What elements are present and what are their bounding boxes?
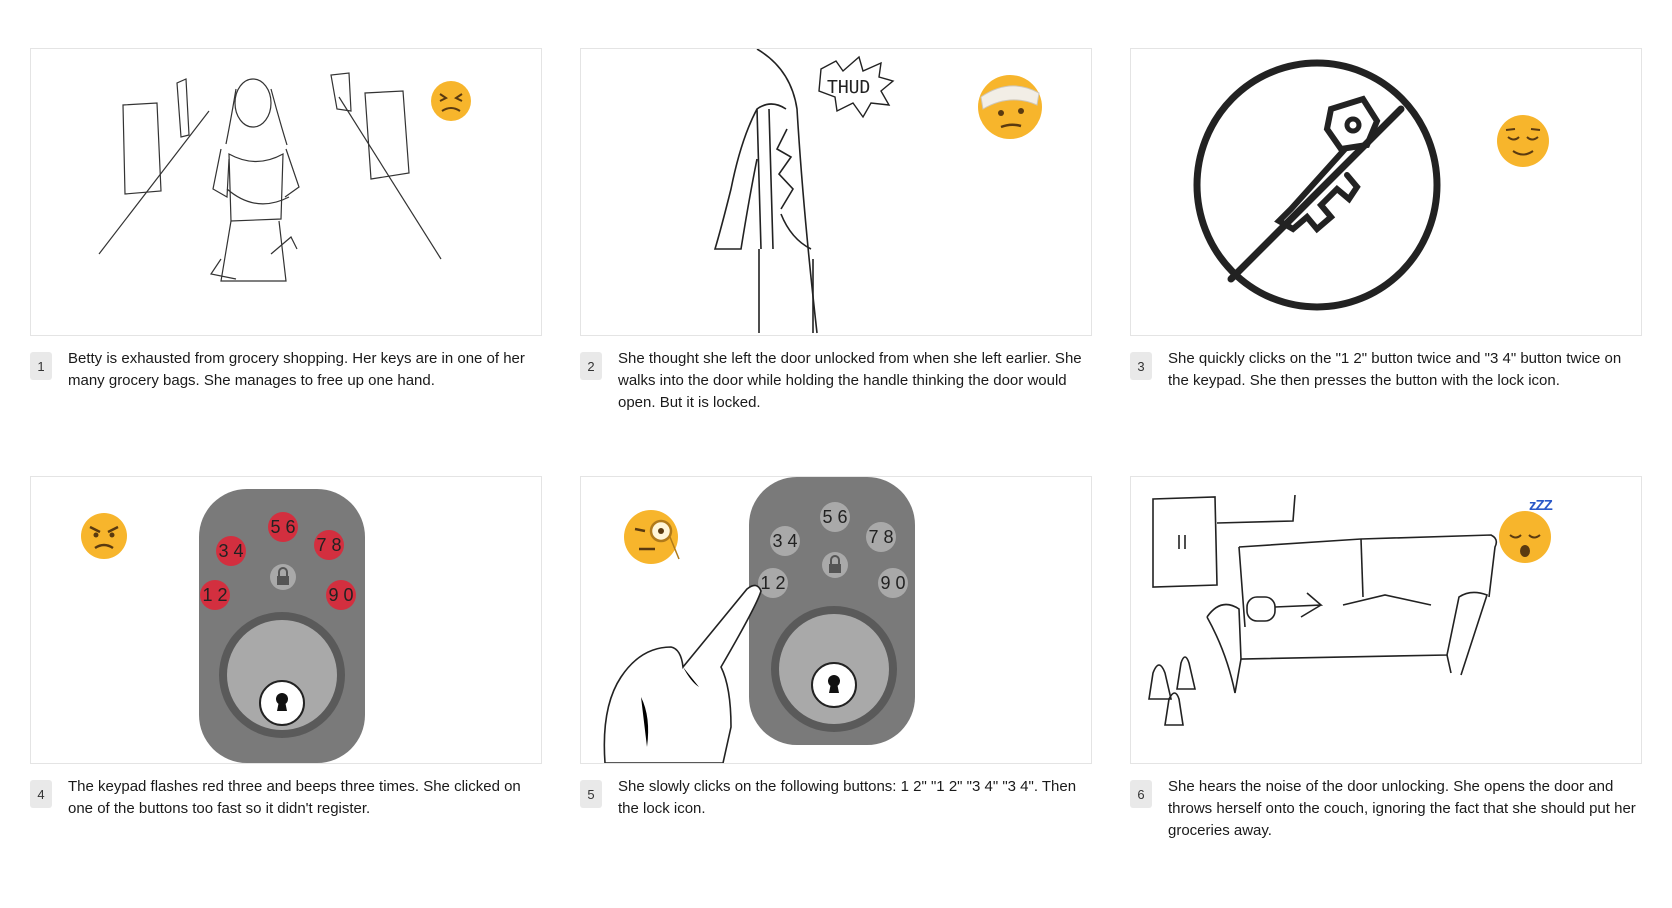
key-3-4: 3 4 — [218, 541, 244, 561]
panel-caption: She slowly clicks on the following butto… — [618, 778, 1077, 817]
key-1-2: 1 2 — [760, 573, 786, 593]
no-key-sketch — [1193, 59, 1441, 311]
sketch-frame: THUD — [580, 48, 1092, 336]
keypad-frame: 1 2 3 4 5 6 7 8 9 0 — [580, 476, 1092, 764]
key-5-6: 5 6 — [270, 517, 296, 537]
panel-number: 1 — [30, 352, 52, 380]
couch-sketch — [1148, 494, 1498, 726]
key-9-0: 9 0 — [880, 573, 906, 593]
sketch-frame — [30, 48, 542, 336]
panel-number: 4 — [30, 780, 52, 808]
zzz-label: zZZ — [1529, 497, 1553, 514]
panel-number: 2 — [580, 352, 602, 380]
key-9-0: 9 0 — [328, 585, 354, 605]
thud-sound-effect: THUD — [827, 77, 871, 98]
sketch-frame — [1130, 48, 1642, 336]
panel-caption: She hears the noise of the door unlockin… — [1168, 778, 1636, 839]
panel-number: 6 — [1130, 780, 1152, 808]
key-3-4: 3 4 — [772, 531, 798, 551]
panel-caption: Betty is exhausted from grocery shopping… — [68, 350, 525, 389]
panel-caption: The keypad flashes red three and beeps t… — [68, 778, 521, 817]
panel-caption: She thought she left the door unlocked f… — [618, 350, 1082, 411]
panel-number: 5 — [580, 780, 602, 808]
key-5-6: 5 6 — [822, 507, 848, 527]
key-7-8: 7 8 — [868, 527, 894, 547]
sketch-frame: zZZ — [1130, 476, 1642, 764]
key-7-8: 7 8 — [316, 535, 342, 555]
keypad-frame: 1 2 3 4 5 6 7 8 9 0 — [30, 476, 542, 764]
panel-number: 3 — [1130, 352, 1152, 380]
panel-caption: She quickly clicks on the "1 2" button t… — [1168, 350, 1622, 389]
key-1-2: 1 2 — [202, 585, 228, 605]
